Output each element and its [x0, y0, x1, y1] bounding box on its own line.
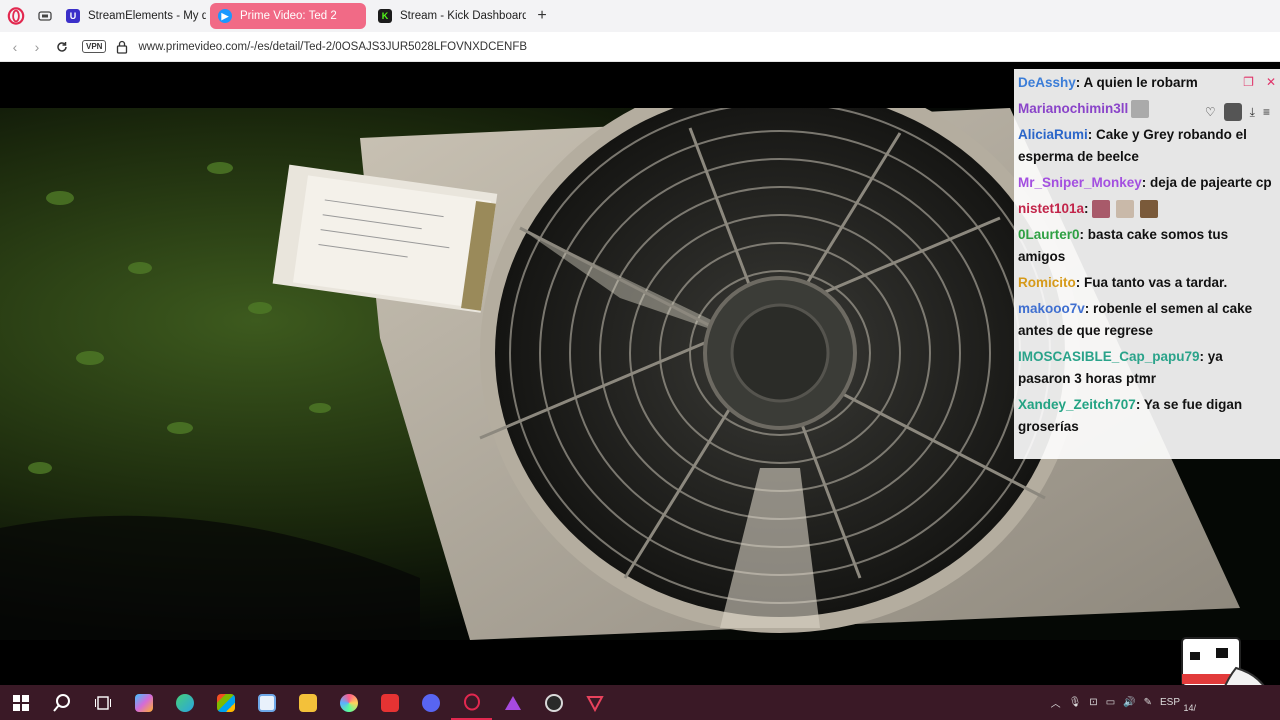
discord-icon[interactable]: [410, 685, 451, 720]
chat-username: 0Laurter0: [1018, 227, 1080, 242]
tab-prime-video[interactable]: ▶ Prime Video: Ted 2: [210, 3, 366, 29]
affinity-icon[interactable]: [492, 685, 533, 720]
new-tab-button[interactable]: +: [530, 4, 554, 28]
store-icon[interactable]: [205, 685, 246, 720]
close-icon[interactable]: ✕: [1266, 75, 1276, 89]
reload-icon[interactable]: [48, 32, 76, 62]
network-icon[interactable]: ⊡: [1089, 697, 1097, 708]
back-icon[interactable]: ‹: [4, 32, 26, 62]
chat-username: AliciaRumi: [1018, 127, 1088, 142]
chevron-up-icon[interactable]: ︿: [1051, 695, 1061, 710]
chat-username: DeAsshy: [1018, 75, 1076, 90]
chat-message: makooo7v: robenle el semen al cake antes…: [1018, 298, 1276, 342]
window-controls: ❐ ✕: [1243, 75, 1276, 89]
restore-icon[interactable]: ❐: [1243, 75, 1254, 89]
opera-gx-icon[interactable]: [451, 685, 492, 720]
emote-icon: [1091, 200, 1110, 219]
edge-icon[interactable]: [164, 685, 205, 720]
chat-message: 0Laurter0: basta cake somos tus amigos: [1018, 224, 1276, 268]
chat-toolbar: ♡ ⤓ ≡: [1205, 103, 1270, 121]
pen-icon[interactable]: ✎: [1144, 697, 1152, 708]
chat-message: Romicito: Fua tanto vas a tardar.: [1018, 272, 1276, 294]
chat-username: makooo7v: [1018, 301, 1085, 316]
system-tray: ︿ 🎙 ⊡ ▭ 🔊 ✎ ESP: [1051, 685, 1280, 720]
emote-icon: [1115, 200, 1134, 219]
chat-message: IMOSCASIBLE_Cap_papu79: ya pasaron 3 hor…: [1018, 346, 1276, 390]
chat-message: DeAsshy: A quien le robarm: [1018, 72, 1276, 94]
chat-username: IMOSCASIBLE_Cap_papu79: [1018, 349, 1200, 364]
chat-text: : A quien le robarm: [1075, 75, 1198, 90]
volume-icon[interactable]: 🔊: [1123, 697, 1135, 708]
lock-icon: [117, 40, 128, 54]
chat-text: : Fua tanto vas a tardar.: [1075, 275, 1228, 290]
obs-icon[interactable]: [533, 685, 574, 720]
browser-tab-bar: U StreamElements - My das ▶ Prime Video:…: [0, 0, 1280, 32]
chat-username: Mr_Sniper_Monkey: [1018, 175, 1142, 190]
chat-text: : deja de pajearte cp: [1141, 175, 1272, 190]
tab-label: Prime Video: Ted 2: [240, 10, 337, 22]
tab-streamelements[interactable]: U StreamElements - My das: [58, 3, 206, 29]
kick-favicon-icon: K: [378, 9, 392, 23]
notepad-icon[interactable]: [246, 685, 287, 720]
url-field[interactable]: www.primevideo.com/-/es/detail/Ted-2/0OS…: [138, 41, 527, 53]
heart-icon[interactable]: ♡: [1205, 105, 1216, 119]
chat-message: nistet101a:: [1018, 198, 1276, 220]
chat-username: Xandey_Zeitch707: [1018, 397, 1136, 412]
chat-overlay: ❐ ✕ ♡ ⤓ ≡ DeAsshy: A quien le robarm Mar…: [1014, 69, 1280, 459]
tab-kick-dashboard[interactable]: K Stream - Kick Dashboard: [370, 3, 526, 29]
forward-icon[interactable]: ›: [26, 32, 48, 62]
emote-icon: [1131, 100, 1150, 119]
wps-icon[interactable]: [369, 685, 410, 720]
prime-video-favicon-icon: ▶: [218, 9, 232, 23]
language-indicator[interactable]: ESP: [1160, 697, 1180, 708]
clock[interactable]: 14/: [1183, 703, 1196, 713]
tab-islands-icon[interactable]: [32, 0, 58, 32]
chat-username: nistet101a: [1018, 201, 1085, 216]
microphone-icon[interactable]: 🎙: [1069, 697, 1082, 708]
screen: U StreamElements - My das ▶ Prime Video:…: [0, 0, 1280, 720]
windows-taskbar: ︿ 🎙 ⊡ ▭ 🔊 ✎ ESP 14/: [0, 685, 1280, 720]
opera-logo-icon[interactable]: [0, 0, 32, 32]
display-icon[interactable]: ▭: [1106, 697, 1115, 708]
file-explorer-icon[interactable]: [287, 685, 328, 720]
vpn-badge[interactable]: VPN: [82, 40, 107, 53]
search-icon[interactable]: [41, 685, 82, 720]
avatar[interactable]: [1223, 103, 1242, 121]
vivaldi-icon[interactable]: [574, 685, 615, 720]
chat-message: Mr_Sniper_Monkey: deja de pajearte cp: [1018, 172, 1276, 194]
task-view-icon[interactable]: [82, 685, 123, 720]
streamelements-favicon-icon: U: [66, 9, 80, 23]
download-icon[interactable]: ⤓: [1250, 105, 1255, 120]
windows-start-icon[interactable]: [0, 685, 41, 720]
copilot-icon[interactable]: [123, 685, 164, 720]
video-player[interactable]: ❐ ✕ ♡ ⤓ ≡ DeAsshy: A quien le robarm Mar…: [0, 63, 1280, 685]
tab-label: Stream - Kick Dashboard: [400, 10, 526, 22]
menu-icon[interactable]: ≡: [1263, 105, 1270, 119]
chat-message: AliciaRumi: Cake y Grey robando el esper…: [1018, 124, 1276, 168]
chat-username: Romicito: [1018, 275, 1076, 290]
emote-icon: [1139, 200, 1158, 219]
address-bar: ‹ › VPN www.primevideo.com/-/es/detail/T…: [0, 32, 1280, 62]
chat-message: Xandey_Zeitch707: Ya se fue digan groser…: [1018, 394, 1276, 438]
tab-label: StreamElements - My das: [88, 10, 206, 22]
chat-text: :: [1084, 201, 1089, 216]
app-colorful-icon[interactable]: [328, 685, 369, 720]
chat-username: Marianochimin3ll: [1018, 101, 1129, 116]
